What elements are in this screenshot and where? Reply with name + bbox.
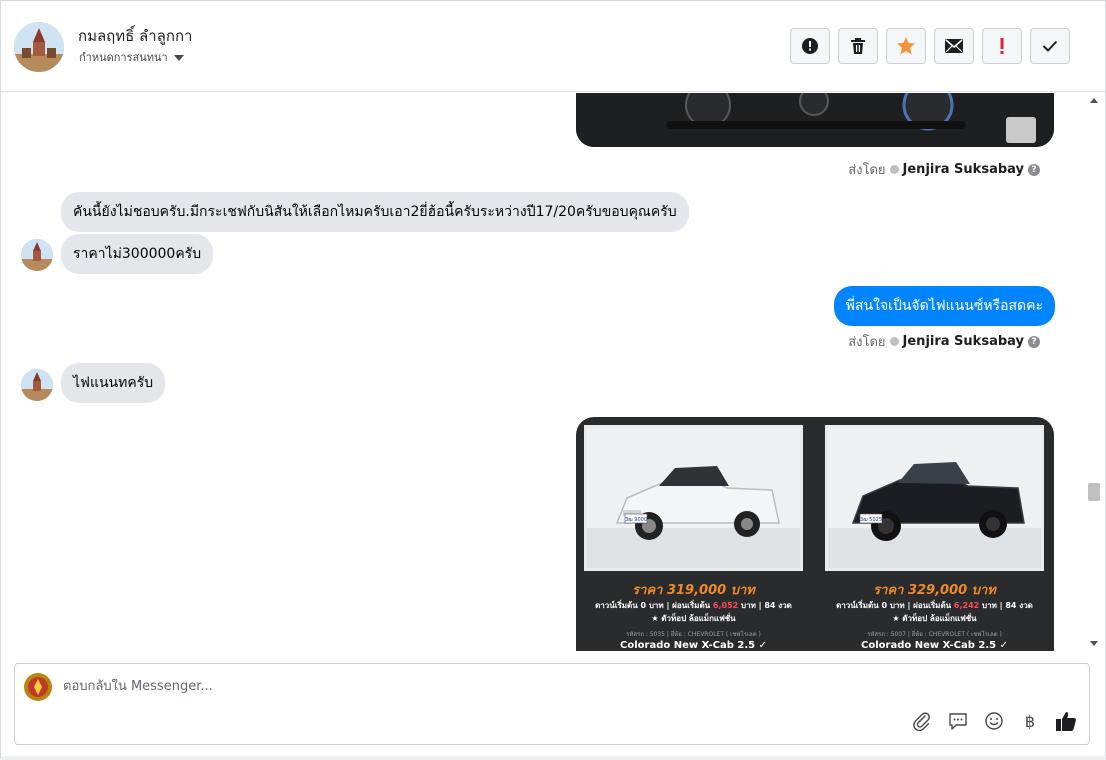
thumbs-up-icon[interactable] (1055, 710, 1077, 732)
follow-up-button[interactable] (982, 28, 1022, 64)
outgoing-message[interactable]: พี่สนใจเป็นจัดไฟแนนซ์หรือสดคะ (833, 286, 1055, 326)
agent-name[interactable]: Jenjira Suksabay (903, 334, 1024, 349)
license-plate: 3ฒ 5025 (860, 517, 882, 523)
help-icon[interactable]: ? (1028, 335, 1040, 348)
sent-by-label: ส่งโดย (848, 163, 886, 178)
agent-status-icon (889, 337, 899, 346)
help-icon[interactable]: ? (1028, 163, 1040, 176)
car-feature: ★ ตัวท็อป ล้อแม็กแฟชั่น (651, 614, 736, 623)
conversation-header: กมลฤทธิ์ ลำลูกกา กำหนดการสนทนา (1, 1, 1105, 92)
license-plate: 3ฒ 9000 (625, 517, 647, 523)
reply-composer: ฿ (14, 663, 1090, 745)
contact-avatar-small[interactable] (21, 369, 53, 401)
envelope-icon (945, 39, 963, 53)
car-photo: 3ฒ 5025 (825, 425, 1044, 571)
installment-suffix: บาท | 84 งวด (741, 601, 792, 610)
scrollbar-thumb[interactable] (1088, 483, 1100, 501)
car-photo: 3ฒ 9000 (584, 425, 803, 571)
thread-scrollbar[interactable] (1087, 93, 1101, 651)
sent-by-line: ส่งโดย Jenjira Suksabay ? (848, 159, 1040, 180)
installment-amount: 6,242 (953, 601, 980, 610)
car-meta: รหัสรถ : 5007 | ยี่ห้อ : CHEVROLET ( เชฟ… (867, 631, 1002, 638)
inbox-conversation-window: กมลฤทธิ์ ลำลูกกา กำหนดการสนทนา ส่งโดย Je… (0, 0, 1106, 760)
baht-icon[interactable]: ฿ (1019, 710, 1041, 732)
installment-prefix: ดาวน์เริ่มต้น 0 บาท | ผ่อนเริ่มต้น (595, 601, 711, 610)
car-price: ราคา 319,000 บาท (632, 583, 755, 598)
car-installment: ดาวน์เริ่มต้น 0 บาท | ผ่อนเริ่มต้น 6,242… (825, 599, 1044, 612)
incoming-message[interactable]: คันนี้ยังไม่ชอบครับ.มีกระเชฟกับนิสันให้เ… (61, 192, 689, 232)
contact-avatar-small[interactable] (21, 239, 53, 271)
caret-down-icon (173, 54, 184, 61)
installment-suffix: บาท | 84 งวด (982, 601, 1033, 610)
assign-conversation-label: กำหนดการสนทนา (79, 51, 168, 64)
star-icon (897, 37, 915, 55)
mark-unread-button[interactable] (934, 28, 974, 64)
contact-name: กมลฤทธิ์ ลำลูกกา (78, 27, 193, 45)
scroll-down-arrow-icon[interactable] (1090, 641, 1098, 646)
trash-icon (851, 38, 865, 54)
installment-amount: 6,052 (712, 601, 739, 610)
car-listing: 3ฒ 5025 ราคา 329,000 บาท ดาวน์เริ่มต้น 0… (825, 425, 1047, 651)
checkmark-icon (1042, 40, 1058, 52)
car-price: ราคา 329,000 บาท (873, 583, 996, 598)
sent-by-label: ส่งโดย (848, 335, 886, 350)
agent-status-icon (889, 165, 899, 174)
car-model: Colorado New X-Cab 2.5 ✓ (861, 640, 1008, 651)
conversation-actions (790, 28, 1070, 64)
delete-button[interactable] (838, 28, 878, 64)
car-listing-image[interactable]: 3ฒ 9000 ราคา 319,000 บาท ดาวน์เริ่มต้น 0… (576, 417, 1054, 651)
car-meta: รหัสรถ : 5035 | ยี่ห้อ : CHEVROLET ( เชฟ… (626, 631, 761, 638)
agent-name[interactable]: Jenjira Suksabay (903, 162, 1024, 177)
reply-input[interactable] (63, 679, 903, 694)
alert-circle-icon (802, 38, 818, 54)
emoji-icon[interactable] (983, 710, 1005, 732)
sent-by-line: ส่งโดย Jenjira Suksabay ? (848, 331, 1040, 352)
star-button[interactable] (886, 28, 926, 64)
car-model: Colorado New X-Cab 2.5 ✓ (620, 640, 767, 651)
baht-glyph: ฿ (1024, 711, 1036, 731)
page-avatar (24, 673, 52, 701)
mark-done-button[interactable] (1030, 28, 1070, 64)
composer-tools: ฿ (911, 710, 1077, 732)
paperclip-icon[interactable] (911, 710, 933, 732)
saved-reply-icon[interactable] (947, 710, 969, 732)
window-bottom-edge (1, 756, 1106, 760)
image-attachment[interactable] (576, 93, 1054, 147)
message-thread[interactable]: ส่งโดย Jenjira Suksabay ? คันนี้ยังไม่ชอ… (2, 93, 1087, 651)
contact-avatar[interactable] (14, 22, 64, 72)
mark-spam-button[interactable] (790, 28, 830, 64)
installment-prefix: ดาวน์เริ่มต้น 0 บาท | ผ่อนเริ่มต้น (836, 601, 952, 610)
car-listing: 3ฒ 9000 ราคา 319,000 บาท ดาวน์เริ่มต้น 0… (584, 425, 806, 651)
exclamation-icon (1000, 38, 1004, 54)
assign-conversation-dropdown[interactable]: กำหนดการสนทนา (79, 48, 184, 66)
incoming-message[interactable]: ไฟแนนทครับ (61, 363, 166, 403)
car-installment: ดาวน์เริ่มต้น 0 บาท | ผ่อนเริ่มต้น 6,052… (584, 599, 803, 612)
car-feature: ★ ตัวท็อป ล้อแม็กแฟชั่น (892, 614, 977, 623)
incoming-message[interactable]: ราคาไม่300000ครับ (61, 234, 214, 274)
scroll-up-arrow-icon[interactable] (1090, 98, 1098, 103)
